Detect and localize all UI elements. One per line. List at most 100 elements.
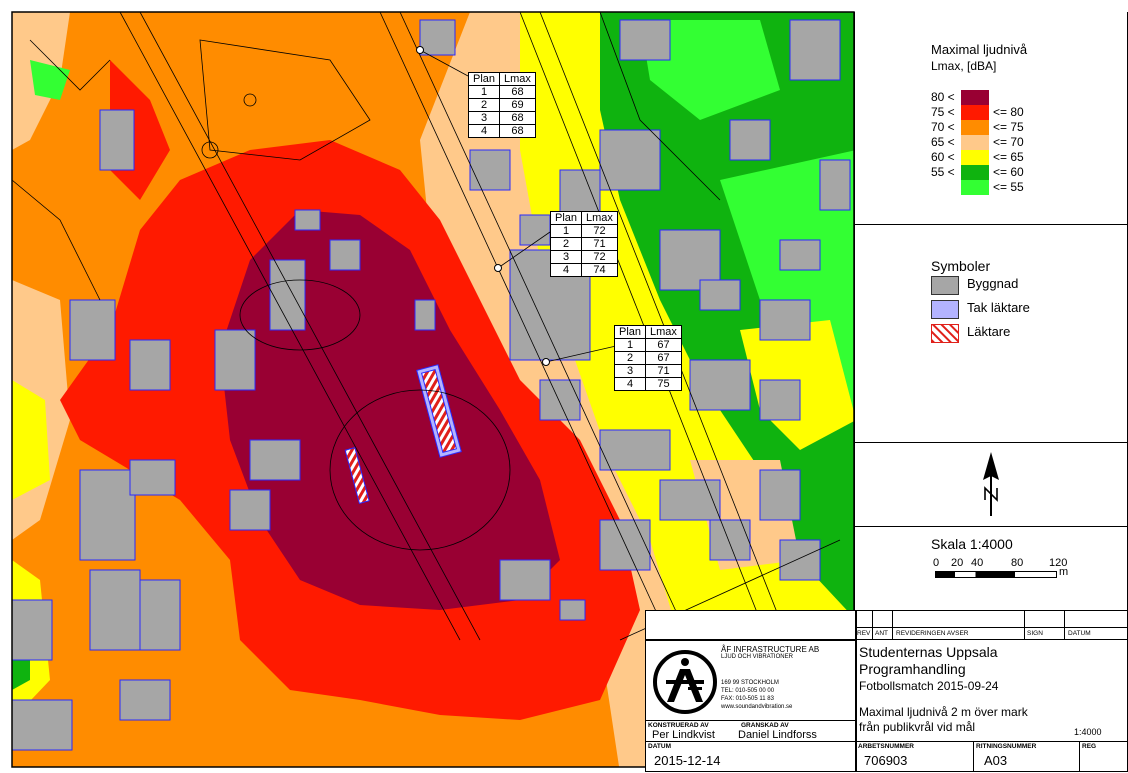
table-row: 4 75 bbox=[613, 377, 682, 391]
table-row: 3 71 bbox=[613, 364, 682, 378]
scale-tick-label: 80 bbox=[1011, 557, 1024, 569]
company-fax: FAX: 010-505 11 83 bbox=[721, 696, 774, 702]
legend-title: Maximal ljudnivå bbox=[931, 42, 1028, 57]
table-cell: 68 bbox=[499, 111, 536, 125]
scale-unit: m bbox=[1059, 566, 1069, 578]
legend-lower: 60 < bbox=[931, 150, 955, 164]
legend-row: 60 < <= 65 bbox=[931, 150, 1051, 165]
legend-upper: <= 75 bbox=[993, 120, 1024, 134]
project-name: Studenternas Uppsala bbox=[859, 644, 998, 660]
legend-row: 80 < bbox=[931, 90, 1051, 105]
scale-title: Skala 1:4000 bbox=[931, 536, 1013, 552]
table-cell: 1 bbox=[549, 224, 583, 238]
receiver-table-1: Plan Lmax 1 68 2 69 3 68 4 68 bbox=[467, 72, 536, 138]
table-cell: 75 bbox=[645, 377, 682, 391]
legend-upper: <= 55 bbox=[993, 180, 1024, 194]
legend-lower: 80 < bbox=[931, 90, 955, 104]
legend-swatch bbox=[961, 180, 989, 195]
company-name: ÅF INFRASTRUCTURE AB bbox=[721, 645, 820, 654]
symbols-legend: Symboler Byggnad Tak läktare Läktare bbox=[855, 224, 1127, 443]
map-legend-panel: Maximal ljudnivå Lmax, [dBA] 80 < 75 < <… bbox=[854, 12, 1128, 610]
table-row: 1 68 bbox=[467, 85, 536, 99]
table-cell: 71 bbox=[581, 237, 618, 251]
scale-tick-label: 0 bbox=[933, 557, 940, 569]
konstruerad-value: Per Lindkvist bbox=[652, 729, 715, 741]
title-block: REV ANT REVIDERINGEN AVSER SIGN DATUM ÅF… bbox=[645, 610, 1128, 772]
drawing-description-1: Maximal ljudnivå 2 m över mark bbox=[859, 705, 1028, 719]
legend-upper: <= 70 bbox=[993, 135, 1024, 149]
legend-upper: <= 60 bbox=[993, 165, 1024, 179]
ritningsnummer-label: RITNINGSNUMMER bbox=[976, 743, 1037, 750]
legend-row: 70 < <= 75 bbox=[931, 120, 1051, 135]
revision-header: REVIDERINGEN AVSER bbox=[896, 630, 969, 637]
table-cell: 72 bbox=[581, 250, 618, 264]
legend-swatch bbox=[961, 105, 989, 120]
company-dept: LJUD OCH VIBRATIONER bbox=[721, 654, 793, 660]
legend-row: 55 < <= 60 bbox=[931, 165, 1051, 180]
table-cell: 71 bbox=[645, 364, 682, 378]
table-header: Plan bbox=[467, 72, 501, 86]
stand-swatch bbox=[931, 324, 959, 343]
table-header: Plan bbox=[549, 211, 583, 225]
legend-swatch bbox=[961, 90, 989, 105]
legend-lower: 55 < bbox=[931, 165, 955, 179]
table-row: 1 67 bbox=[613, 338, 682, 352]
table-cell: 3 bbox=[549, 250, 583, 264]
project-phase: Programhandling bbox=[859, 661, 966, 677]
legend-lower: 75 < bbox=[931, 105, 955, 119]
reg-label: REG bbox=[1082, 743, 1097, 750]
receiver-point bbox=[416, 46, 424, 54]
project-event: Fotbollsmatch 2015-09-24 bbox=[859, 679, 999, 693]
table-header: Lmax bbox=[499, 72, 536, 86]
arbetsnummer-value: 706903 bbox=[864, 753, 908, 768]
table-cell: 72 bbox=[581, 224, 618, 238]
north-arrow-icon bbox=[983, 452, 999, 516]
table-cell: 2 bbox=[613, 351, 647, 365]
table-row: 2 71 bbox=[549, 237, 618, 251]
symbol-label: Tak läktare bbox=[967, 300, 1030, 315]
table-cell: 67 bbox=[645, 351, 682, 365]
ant-header: ANT bbox=[875, 630, 888, 637]
legend-row: 65 < <= 70 bbox=[931, 135, 1051, 150]
table-cell: 67 bbox=[645, 338, 682, 352]
table-cell: 4 bbox=[467, 124, 501, 138]
receiver-point bbox=[494, 264, 502, 272]
granskad-label: GRANSKAD AV bbox=[741, 722, 789, 729]
table-cell: 3 bbox=[613, 364, 647, 378]
ritningsnummer-value: A03 bbox=[984, 753, 1008, 768]
table-cell: 68 bbox=[499, 124, 536, 138]
symbols-title: Symboler bbox=[931, 258, 991, 274]
noise-legend: Maximal ljudnivå Lmax, [dBA] 80 < 75 < <… bbox=[855, 12, 1127, 225]
north-arrow-section bbox=[855, 442, 1127, 527]
legend-lower: 70 < bbox=[931, 120, 955, 134]
table-row: 4 74 bbox=[549, 263, 618, 277]
table-cell: 2 bbox=[549, 237, 583, 251]
table-row: 1 72 bbox=[549, 224, 618, 238]
rev-header: REV bbox=[857, 630, 871, 637]
drawing-scale: 1:4000 bbox=[1074, 727, 1102, 737]
af-logo bbox=[653, 650, 717, 714]
legend-upper: <= 65 bbox=[993, 150, 1024, 164]
table-row: 3 72 bbox=[549, 250, 618, 264]
table-cell: 4 bbox=[613, 377, 647, 391]
receiver-point bbox=[542, 358, 550, 366]
scale-tick-label: 20 bbox=[951, 557, 964, 569]
legend-swatch bbox=[961, 150, 989, 165]
legend-subtitle: Lmax, [dBA] bbox=[931, 59, 997, 73]
date-header: DATUM bbox=[1068, 630, 1091, 637]
company-address: 169 99 STOCKHOLM bbox=[721, 680, 779, 686]
legend-row: <= 55 bbox=[931, 180, 1051, 195]
granskad-value: Daniel Lindforss bbox=[738, 729, 817, 741]
scale-tick-label: 40 bbox=[971, 557, 984, 569]
scale-section: Skala 1:4000 0 20 40 80 120 m bbox=[855, 526, 1127, 610]
arbetsnummer-label: ARBETSNUMMER bbox=[858, 743, 914, 750]
building-swatch bbox=[931, 276, 959, 295]
legend-swatch bbox=[961, 120, 989, 135]
table-row: 2 69 bbox=[467, 98, 536, 112]
table-cell: 74 bbox=[581, 263, 618, 277]
table-cell: 68 bbox=[499, 85, 536, 99]
table-cell: 4 bbox=[549, 263, 583, 277]
table-cell: 2 bbox=[467, 98, 501, 112]
datum-label: DATUM bbox=[648, 743, 671, 750]
table-header: Plan bbox=[613, 325, 647, 339]
